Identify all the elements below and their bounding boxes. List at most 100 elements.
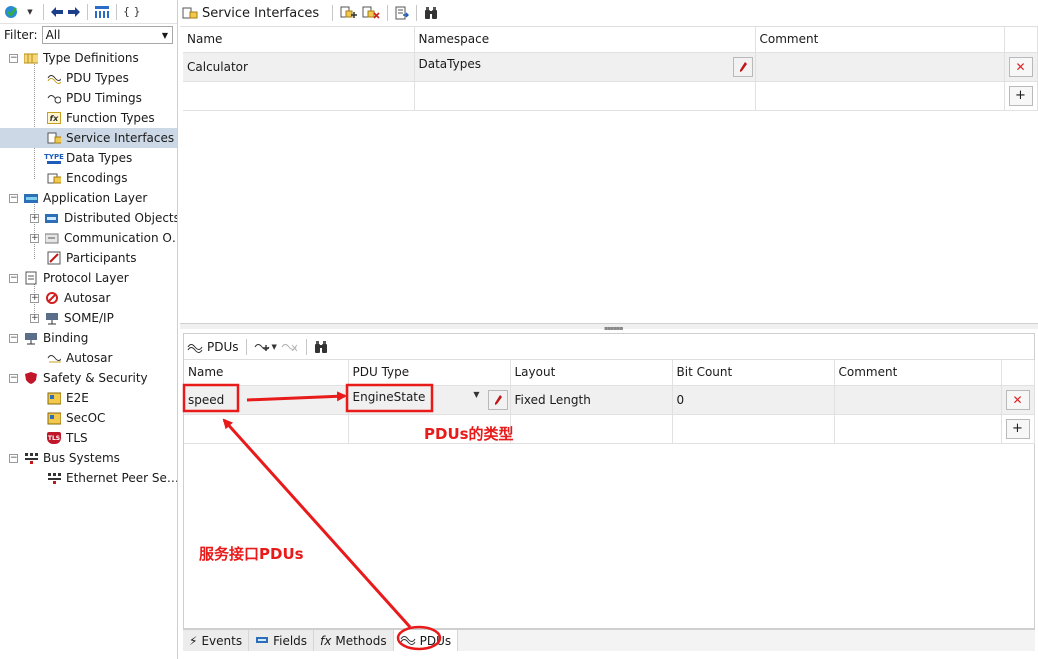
- add-row-icon[interactable]: +: [1008, 85, 1033, 106]
- edit-pencil-icon[interactable]: [732, 56, 753, 77]
- expand-icon[interactable]: +: [30, 213, 39, 223]
- function-icon: fx: [320, 633, 332, 648]
- delete-row-icon[interactable]: ✕: [1008, 56, 1033, 77]
- tree-item-communication-objects[interactable]: + Communication O…: [0, 228, 177, 248]
- tree-item-data-types[interactable]: TYPE Data Types: [0, 148, 177, 168]
- column-header-comment[interactable]: Comment: [834, 360, 1002, 386]
- delete-row-icon[interactable]: ✕: [1005, 389, 1030, 410]
- cell-empty[interactable]: [510, 414, 673, 444]
- tree-item-label: Service Interfaces: [66, 131, 175, 145]
- cell-empty[interactable]: [672, 414, 835, 444]
- cell-empty[interactable]: [183, 81, 415, 111]
- tab-label: Events: [201, 633, 243, 648]
- filter-select[interactable]: All ▼: [41, 26, 173, 44]
- table-row[interactable]: Calculator DataTypes ✕: [183, 52, 1038, 82]
- tree-item-bus-systems[interactable]: − Bus Systems: [0, 448, 177, 468]
- pdu-icon: [400, 633, 416, 648]
- expand-icon[interactable]: +: [30, 313, 39, 323]
- validate-icon[interactable]: [4, 3, 20, 21]
- export-icon[interactable]: [395, 4, 410, 22]
- cell-actions: ✕: [1001, 385, 1035, 415]
- table-row-new: +: [184, 414, 1035, 444]
- cell-bit-count[interactable]: 0: [672, 385, 835, 415]
- tree-item-type-definitions[interactable]: − Type Definitions: [0, 48, 177, 68]
- someip-icon: [45, 312, 59, 324]
- tree-item-encodings[interactable]: Encodings: [0, 168, 177, 188]
- binoculars-icon[interactable]: [424, 4, 438, 22]
- cell-empty[interactable]: [834, 414, 1002, 444]
- cell-comment[interactable]: [755, 52, 1005, 82]
- add-pdu-icon[interactable]: ▼: [254, 338, 277, 356]
- add-item-icon[interactable]: [340, 4, 358, 22]
- delete-item-icon[interactable]: [362, 4, 380, 22]
- tree-item-e2e[interactable]: E2E: [0, 388, 177, 408]
- table-row[interactable]: speed EngineState ▼ Fixed Length 0 ✕: [184, 385, 1035, 415]
- collapse-icon[interactable]: −: [9, 53, 18, 63]
- tree-item-ethernet-peer[interactable]: Ethernet Peer Se…: [0, 468, 177, 488]
- braces-icon[interactable]: { }: [123, 3, 141, 21]
- tree-item-autosar[interactable]: + Autosar: [0, 288, 177, 308]
- tree-item-pdu-types[interactable]: PDU Types: [0, 68, 177, 88]
- tree-item-label: Encodings: [66, 171, 128, 185]
- remove-pdu-icon[interactable]: [281, 338, 299, 356]
- cell-empty[interactable]: [184, 414, 349, 444]
- back-arrow-icon[interactable]: [50, 3, 64, 21]
- collapse-icon[interactable]: −: [9, 273, 18, 283]
- tree-item-label: Autosar: [64, 291, 111, 305]
- cell-comment[interactable]: [834, 385, 1002, 415]
- cell-name[interactable]: Calculator: [183, 52, 415, 82]
- collapse-icon[interactable]: −: [9, 373, 18, 383]
- tree-item-label: Participants: [66, 251, 137, 265]
- protocol-layer-icon: [24, 271, 38, 285]
- cell-empty[interactable]: [755, 81, 1005, 111]
- tree-item-binding-autosar[interactable]: Autosar: [0, 348, 177, 368]
- pdus-toolbar: PDUs ▼: [184, 334, 1034, 360]
- column-header-pdu-type[interactable]: PDU Type: [348, 360, 511, 386]
- expand-icon[interactable]: +: [30, 233, 39, 243]
- tree-item-label: Data Types: [66, 151, 133, 165]
- tree-item-safety-security[interactable]: − Safety & Security: [0, 368, 177, 388]
- tree-item-service-interfaces[interactable]: Service Interfaces: [0, 128, 177, 148]
- cell-layout[interactable]: Fixed Length: [510, 385, 673, 415]
- tree-item-protocol-layer[interactable]: − Protocol Layer: [0, 268, 177, 288]
- hierarchy-icon[interactable]: [94, 3, 110, 21]
- tree-item-application-layer[interactable]: − Application Layer: [0, 188, 177, 208]
- column-header-name[interactable]: Name: [184, 360, 349, 386]
- tab-pdus[interactable]: PDUs: [393, 630, 459, 651]
- splitter[interactable]: ▪▪▪▪▪▪: [180, 323, 1038, 332]
- cell-name[interactable]: speed: [184, 385, 349, 415]
- tree-item-secoc[interactable]: SecOC: [0, 408, 177, 428]
- column-header-name[interactable]: Name: [183, 27, 415, 53]
- forward-arrow-icon[interactable]: [67, 3, 81, 21]
- chevron-down-icon[interactable]: ▼: [23, 3, 37, 21]
- toolbar-separator: [116, 3, 117, 20]
- expand-icon[interactable]: +: [30, 293, 39, 303]
- cell-namespace[interactable]: DataTypes: [414, 52, 756, 82]
- column-header-comment[interactable]: Comment: [755, 27, 1005, 53]
- tab-fields[interactable]: Fields: [249, 630, 315, 651]
- tab-events[interactable]: ⚡ Events: [183, 630, 250, 651]
- tree-item-distributed-objects[interactable]: + Distributed Objects: [0, 208, 177, 228]
- ethernet-icon: [47, 472, 61, 484]
- column-header-namespace[interactable]: Namespace: [414, 27, 756, 53]
- table-header-row: Name Namespace Comment: [183, 27, 1038, 53]
- tree-item-participants[interactable]: Participants: [0, 248, 177, 268]
- toolbar-separator: [43, 3, 44, 20]
- collapse-icon[interactable]: −: [9, 333, 18, 343]
- add-row-icon[interactable]: +: [1005, 418, 1030, 439]
- cell-empty[interactable]: [414, 81, 756, 111]
- binoculars-icon[interactable]: [314, 338, 328, 356]
- tree-item-someip[interactable]: + SOME/IP: [0, 308, 177, 328]
- tree-item-binding[interactable]: − Binding: [0, 328, 177, 348]
- column-header-bit-count[interactable]: Bit Count: [672, 360, 835, 386]
- cell-pdu-type[interactable]: EngineState ▼: [348, 385, 511, 415]
- collapse-icon[interactable]: −: [9, 453, 18, 463]
- tree-item-tls[interactable]: TLS TLS: [0, 428, 177, 448]
- collapse-icon[interactable]: −: [9, 193, 18, 203]
- tree-item-function-types[interactable]: fx Function Types: [0, 108, 177, 128]
- edit-pencil-icon[interactable]: [487, 389, 508, 410]
- tree-item-pdu-timings[interactable]: PDU Timings: [0, 88, 177, 108]
- chevron-down-icon[interactable]: ▼: [473, 390, 479, 399]
- column-header-layout[interactable]: Layout: [510, 360, 673, 386]
- tab-methods[interactable]: fx Methods: [314, 630, 394, 651]
